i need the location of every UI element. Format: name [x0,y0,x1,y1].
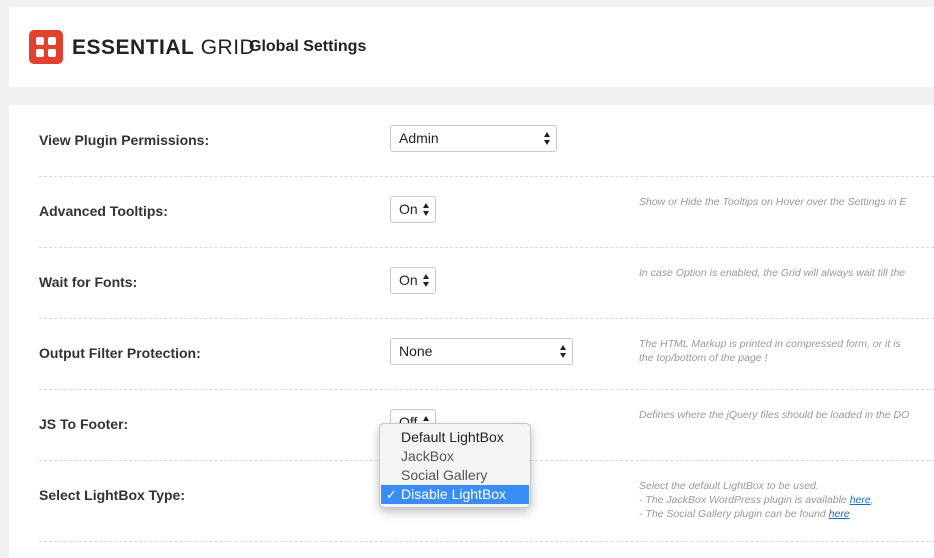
setting-label: Output Filter Protection: [39,345,201,361]
setting-row-output-filter-protection: Output Filter Protection: None The HTML … [39,318,934,390]
select-arrows-icon [423,203,430,216]
plugin-permissions-select[interactable]: Admin [390,125,557,152]
setting-description: Select the default LightBox to be used. … [639,479,934,521]
essential-grid-logo-icon [29,30,63,64]
setting-label: Wait for Fonts: [39,274,138,290]
social-gallery-here-link[interactable]: here [829,508,850,520]
description-line: the top/bottom of the page ! [639,352,768,364]
description-line: The HTML Markup is printed in compressed… [639,338,901,350]
output-filter-protection-select[interactable]: None [390,338,573,365]
dropdown-option-social-gallery[interactable]: Social Gallery [380,466,530,485]
brand-name: ESSENTIAL GRID [72,36,255,60]
description-line: Defines where the jQuery files should be… [639,409,910,421]
setting-label: Select LightBox Type: [39,487,185,503]
description-line: - The JackBox WordPress plugin is availa… [639,494,874,506]
description-line: - The Social Gallery plugin can be found… [639,507,934,521]
option-label: Disable LightBox [401,486,507,502]
page-header: ESSENTIAL GRID Global Settings [9,7,934,87]
setting-description: The HTML Markup is printed in compressed… [639,337,934,365]
select-arrows-icon [423,274,430,287]
setting-label: View Plugin Permissions: [39,132,210,148]
description-line: Show or Hide the Tooltips on Hover over … [639,196,907,208]
select-value: Admin [399,130,439,146]
select-value: None [399,343,433,359]
jackbox-here-link[interactable]: here [850,494,871,506]
setting-description: In case Option is enabled, the Grid will… [639,266,934,280]
dropdown-option-default-lightbox[interactable]: Default LightBox [380,428,530,447]
select-arrows-icon [544,132,551,145]
brand-bold: ESSENTIAL [72,36,195,59]
page-title: Global Settings [249,38,367,55]
description-text: - The Social Gallery plugin can be found [639,508,826,520]
description-line: In case Option is enabled, the Grid will… [639,267,906,279]
advanced-tooltips-select[interactable]: On [390,196,436,223]
checkmark-icon: ✓ [386,487,397,502]
dropdown-option-jackbox[interactable]: JackBox [380,447,530,466]
select-value: On [399,272,418,288]
setting-label: Advanced Tooltips: [39,203,168,219]
setting-description: Defines where the jQuery files should be… [639,408,934,422]
select-arrows-icon [560,345,567,358]
dropdown-option-disable-lightbox[interactable]: ✓ Disable LightBox [381,485,529,504]
setting-description: Show or Hide the Tooltips on Hover over … [639,195,934,209]
setting-row-plugin-permissions: View Plugin Permissions: Admin [39,105,934,177]
lightbox-type-dropdown[interactable]: Default LightBox JackBox Social Gallery … [379,423,531,508]
setting-row-advanced-tooltips: Advanced Tooltips: On Show or Hide the T… [39,176,934,248]
description-line: Select the default LightBox to be used. [639,480,819,492]
wait-for-fonts-select[interactable]: On [390,267,436,294]
description-text: - The JackBox WordPress plugin is availa… [639,494,847,506]
setting-row-wait-for-fonts: Wait for Fonts: On In case Option is ena… [39,247,934,319]
setting-label: JS To Footer: [39,416,129,432]
select-value: On [399,201,418,217]
brand-light: GRID [200,36,256,59]
